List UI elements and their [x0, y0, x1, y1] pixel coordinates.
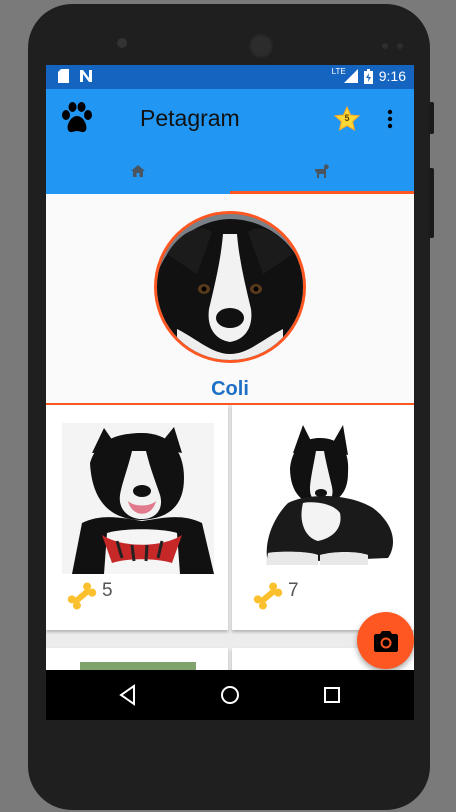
- pet-name: Coli: [211, 378, 249, 400]
- bone-like-icon[interactable]: [66, 581, 98, 611]
- system-navigation-bar: [46, 670, 414, 720]
- profile-header: Coli: [46, 194, 414, 405]
- signal-icon: [343, 69, 358, 83]
- volume-button: [429, 168, 434, 238]
- battery-icon: [363, 68, 373, 84]
- app-screen: LTE 9:16 Petagram 5 Coli 5 7: [46, 65, 414, 720]
- tab-pet-profile[interactable]: [230, 147, 414, 194]
- camera-fab[interactable]: [357, 612, 414, 669]
- pet-photo: [62, 423, 214, 574]
- photo-card[interactable]: 5: [46, 405, 228, 630]
- back-icon[interactable]: [117, 684, 139, 706]
- pet-photo: [248, 423, 400, 574]
- status-bar: LTE 9:16: [46, 65, 414, 89]
- app-bar: Petagram 5: [46, 89, 414, 147]
- tab-bar: [46, 147, 414, 194]
- earpiece-speaker: [249, 34, 273, 58]
- sensor: [382, 43, 388, 49]
- more-options-icon[interactable]: [384, 108, 396, 130]
- like-count: 5: [102, 580, 113, 601]
- dog-lying-down-image: [248, 423, 400, 574]
- sensor: [397, 43, 403, 49]
- sd-card-icon: [58, 69, 69, 83]
- clock: 9:16: [378, 68, 406, 84]
- dog-profile-photo: [157, 214, 303, 360]
- n-notification-icon: [80, 70, 92, 82]
- side-button: [429, 102, 434, 134]
- home-button-icon[interactable]: [219, 684, 241, 706]
- dog-icon: [315, 163, 329, 178]
- photo-card[interactable]: 7: [232, 405, 414, 630]
- favorites-count: 5: [344, 113, 350, 123]
- like-count: 7: [288, 580, 299, 601]
- network-type-label: LTE: [331, 66, 346, 76]
- app-title: Petagram: [140, 105, 240, 131]
- front-camera: [117, 38, 127, 48]
- dog-with-bandana-image: [62, 423, 214, 574]
- profile-avatar[interactable]: [154, 211, 306, 363]
- home-icon: [131, 164, 145, 177]
- tab-home[interactable]: [46, 147, 230, 194]
- bone-like-icon[interactable]: [252, 581, 284, 611]
- camera-icon: [373, 630, 398, 652]
- favorites-button[interactable]: 5: [333, 105, 361, 132]
- paw-logo-icon: [62, 102, 92, 133]
- recents-icon[interactable]: [321, 684, 343, 706]
